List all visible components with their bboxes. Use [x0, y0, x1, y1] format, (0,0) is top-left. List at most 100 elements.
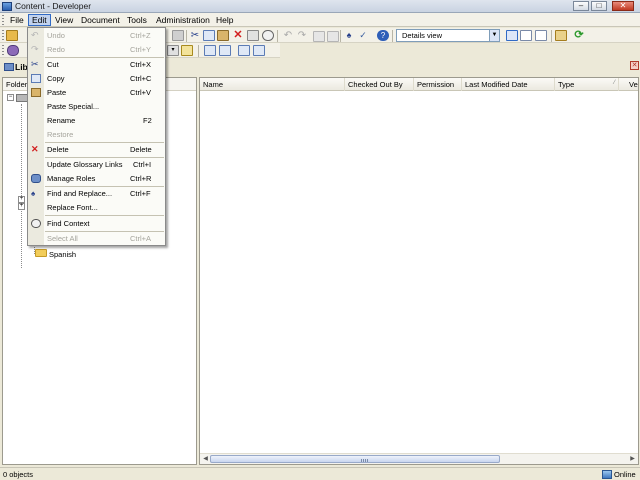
- column-type[interactable]: Type: [555, 78, 619, 91]
- menu-item-redo[interactable]: ↷ Redo Ctrl+Y: [28, 43, 165, 56]
- column-checked-out-by[interactable]: Checked Out By: [345, 78, 414, 91]
- edit-document-icon[interactable]: [181, 45, 193, 56]
- folder-item-spanish[interactable]: Spanish: [49, 250, 76, 259]
- toolbar-separator: [551, 30, 552, 42]
- menu-help[interactable]: Help: [213, 14, 236, 26]
- column-version[interactable]: Ve: [626, 78, 638, 91]
- menu-item-select-all[interactable]: Select All Ctrl+A: [28, 232, 165, 245]
- horizontal-scrollbar[interactable]: ◀ ▶: [200, 453, 638, 464]
- toolbar-separator: [198, 45, 199, 57]
- undo-icon[interactable]: ↶: [282, 30, 294, 41]
- chevron-down-icon[interactable]: ▼: [489, 30, 499, 41]
- scrollbar-thumb[interactable]: [210, 455, 500, 463]
- scissors-icon: ✂: [31, 59, 39, 69]
- move-up-icon[interactable]: [238, 45, 250, 56]
- app-icon: [2, 2, 12, 11]
- column-name[interactable]: Name: [200, 78, 345, 91]
- scrollbar-grip: [361, 459, 369, 462]
- menu-administration[interactable]: Administration: [153, 14, 213, 26]
- tree-line: [21, 104, 22, 196]
- menu-item-delete[interactable]: ✕ Delete Delete: [28, 143, 165, 156]
- menu-item-update-glossary-links[interactable]: Update Glossary Links Ctrl+I: [28, 158, 165, 171]
- refresh-icon[interactable]: ⟳: [573, 30, 585, 41]
- edit-menu-dropdown: ↶ Undo Ctrl+Z ↷ Redo Ctrl+Y ✂ Cut Ctrl+X…: [27, 27, 166, 246]
- help-icon[interactable]: ?: [377, 30, 389, 41]
- binoculars-icon[interactable]: ♠: [343, 30, 355, 41]
- menu-item-replace-font[interactable]: Replace Font...: [28, 201, 165, 214]
- manage-roles-icon: [31, 174, 41, 183]
- column-last-modified-date[interactable]: Last Modified Date: [462, 78, 555, 91]
- delete-icon[interactable]: ✕: [232, 30, 244, 41]
- menu-view[interactable]: View: [52, 14, 76, 26]
- menu-item-manage-roles[interactable]: Manage Roles Ctrl+R: [28, 172, 165, 185]
- menu-item-restore[interactable]: Restore: [28, 128, 165, 141]
- close-button[interactable]: ✕: [612, 1, 634, 11]
- copy-icon[interactable]: [203, 30, 215, 41]
- toolbar-grip[interactable]: [2, 45, 4, 56]
- status-bar: 0 objects Online: [0, 467, 640, 480]
- check-in-icon[interactable]: [204, 45, 216, 56]
- toolbar-separator: [392, 30, 393, 42]
- menu-item-find-context[interactable]: Find Context: [28, 217, 165, 230]
- new-item-icon[interactable]: [172, 30, 184, 41]
- toolbar-separator: [277, 30, 278, 42]
- undo-icon: ↶: [31, 30, 39, 40]
- check-out-icon[interactable]: [219, 45, 231, 56]
- toolbar-separator: [186, 30, 187, 42]
- list-header: Name Checked Out By Permission Last Modi…: [200, 78, 638, 91]
- menu-item-rename[interactable]: Rename F2: [28, 114, 165, 127]
- scroll-left-icon[interactable]: ◀: [201, 455, 210, 464]
- find-context-icon: [31, 219, 41, 228]
- redo-icon: ↷: [31, 44, 39, 54]
- tree-expander[interactable]: +: [18, 203, 25, 210]
- indent-icon[interactable]: [313, 31, 325, 42]
- menu-tools[interactable]: Tools: [124, 14, 150, 26]
- menu-item-paste-special[interactable]: Paste Special...: [28, 100, 165, 113]
- menubar-grip[interactable]: [2, 15, 4, 25]
- menu-item-undo[interactable]: ↶ Undo Ctrl+Z: [28, 29, 165, 42]
- move-down-icon[interactable]: [253, 45, 265, 56]
- sort-indicator-icon: ⁄: [614, 80, 616, 86]
- tree-expander[interactable]: −: [7, 94, 14, 101]
- outdent-icon[interactable]: [327, 31, 339, 42]
- publish-icon[interactable]: [7, 45, 19, 56]
- tree-expander[interactable]: +: [18, 196, 25, 203]
- tree-line: [21, 208, 22, 268]
- minimize-button[interactable]: –: [573, 1, 589, 11]
- toolbar-grip[interactable]: [2, 30, 4, 41]
- maximize-button[interactable]: □: [591, 1, 607, 11]
- menu-item-find-and-replace[interactable]: ♠ Find and Replace... Ctrl+F: [28, 187, 165, 200]
- menu-bar: File Edit View Document Tools Administra…: [0, 13, 640, 27]
- column-permission[interactable]: Permission: [414, 78, 462, 91]
- paste-icon: [31, 88, 41, 97]
- properties-icon[interactable]: [247, 30, 259, 41]
- spellcheck-icon[interactable]: ✓: [357, 30, 369, 41]
- binoculars-icon: ♠: [31, 189, 36, 198]
- menu-item-cut[interactable]: ✂ Cut Ctrl+X: [28, 58, 165, 71]
- status-object-count: 0 objects: [3, 470, 34, 479]
- open-folder-icon[interactable]: [6, 30, 18, 41]
- scroll-right-icon[interactable]: ▶: [628, 455, 637, 464]
- menu-item-paste[interactable]: Paste Ctrl+V: [28, 86, 165, 99]
- view-mode-select[interactable]: Details view ▼: [396, 29, 500, 42]
- list-view-icon[interactable]: [520, 30, 532, 41]
- properties-window-icon[interactable]: [555, 30, 567, 41]
- split-view-icon[interactable]: [535, 30, 547, 41]
- dropdown-arrow-icon[interactable]: ▾: [167, 45, 179, 56]
- view-mode-value: Details view: [402, 31, 443, 40]
- menu-file[interactable]: File: [7, 14, 27, 26]
- title-bar[interactable]: Content - Developer – □ ✕: [0, 0, 640, 13]
- library-tab[interactable]: Lib: [2, 61, 28, 73]
- close-icon[interactable]: ✕: [630, 61, 639, 70]
- app-window: Content - Developer – □ ✕ File Edit View…: [0, 0, 640, 480]
- menu-edit[interactable]: Edit: [28, 14, 51, 26]
- cut-icon[interactable]: ✂: [189, 30, 201, 41]
- details-view-icon[interactable]: [506, 30, 518, 41]
- find-context-icon[interactable]: [262, 30, 274, 41]
- copy-icon: [31, 74, 41, 83]
- redo-icon[interactable]: ↷: [296, 30, 308, 41]
- menu-document[interactable]: Document: [78, 14, 123, 26]
- content-list-pane[interactable]: Name Checked Out By Permission Last Modi…: [199, 77, 639, 465]
- menu-item-copy[interactable]: Copy Ctrl+C: [28, 72, 165, 85]
- paste-icon[interactable]: [217, 30, 229, 41]
